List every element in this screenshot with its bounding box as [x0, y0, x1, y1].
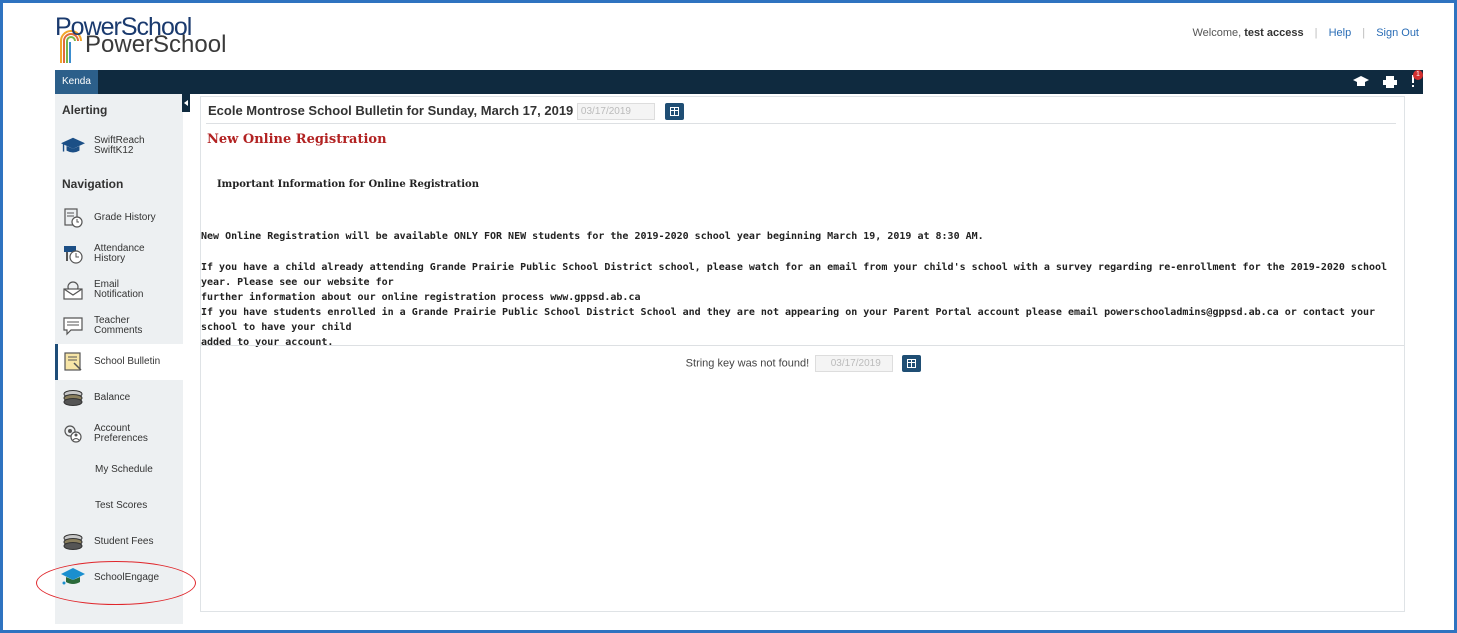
comment-icon [61, 314, 85, 338]
main-content: Ecole Montrose School Bulletin for Sunda… [200, 96, 1405, 612]
sidebar-item-label: Email Notification [94, 279, 144, 300]
bulletin-header-row: Ecole Montrose School Bulletin for Sunda… [208, 103, 684, 121]
sidebar-item-teacher-comments[interactable]: Teacher Comments [55, 308, 183, 344]
alerting-heading: Alerting [62, 103, 108, 117]
sidebar-item-email-notification[interactable]: Email Notification [55, 272, 183, 308]
footer-date-row: String key was not found! 03/17/2019 [201, 355, 1406, 372]
important-heading: Important Information for Online Registr… [217, 179, 479, 190]
nav-icon-group: 1 [1353, 69, 1423, 91]
coins-icon [61, 530, 85, 554]
printer-icon[interactable] [1383, 76, 1397, 88]
graduation-cap-icon [61, 134, 85, 158]
sidebar-item-label: SchoolEngage [94, 572, 160, 583]
sidebar-item-label: Account Preferences [94, 423, 148, 444]
sidebar-item-balance[interactable]: Balance [55, 380, 183, 416]
sidebar-item-test-scores[interactable]: Test Scores [55, 488, 183, 524]
sidebar-item-label: Student Fees [94, 536, 154, 547]
navigation-heading: Navigation [62, 177, 124, 191]
sidebar-item-label: My Schedule [95, 464, 153, 475]
divider: | [1362, 27, 1366, 39]
footer-date-input[interactable]: 03/17/2019 [815, 355, 894, 372]
account-preferences-icon [61, 422, 85, 446]
sidebar-item-label: Test Scores [95, 500, 148, 511]
sidebar-item-student-fees[interactable]: Student Fees [55, 524, 183, 560]
email-icon [61, 278, 85, 302]
bulletin-paragraph-1: New Online Registration will be availabl… [201, 231, 984, 242]
divider [201, 345, 1404, 346]
sidebar-item-label: School Bulletin [94, 356, 161, 367]
sidebar-item-schoolengage[interactable]: SchoolEngage [55, 560, 183, 596]
schoolengage-icon [61, 566, 85, 590]
alert-count-badge: 1 [1413, 69, 1423, 80]
logo-wordmark: PowerSchool [85, 31, 227, 58]
sidebar-item-attendance-history[interactable]: Attendance History [55, 236, 183, 272]
sidebar-item-swiftreach[interactable]: SwiftReach SwiftK12 [55, 126, 183, 166]
graduation-cap-icon[interactable] [1353, 76, 1369, 88]
registration-heading: New Online Registration [207, 132, 387, 147]
sidebar-item-grade-history[interactable]: Grade History [55, 200, 183, 236]
bulletin-paragraph-2: If you have a child already attending Gr… [201, 262, 1388, 303]
sidebar-item-label: Grade History [94, 212, 156, 223]
page-title: Ecole Montrose School Bulletin for Sunda… [208, 103, 574, 118]
sidebar-item-my-schedule[interactable]: My Schedule [55, 452, 183, 488]
student-tab[interactable]: Kenda [55, 70, 98, 94]
alert-button[interactable]: 1 [1411, 69, 1423, 90]
help-link[interactable]: Help [1329, 27, 1352, 39]
sign-out-link[interactable]: Sign Out [1376, 27, 1419, 39]
sidebar-item-account-preferences[interactable]: Account Preferences [55, 416, 183, 452]
collapse-sidebar-icon[interactable] [182, 94, 190, 112]
divider: | [1314, 27, 1318, 39]
sidebar: Alerting SwiftReach SwiftK12 Navigation G… [55, 94, 183, 624]
sidebar-item-label: Balance [94, 392, 131, 403]
bulletin-paragraph-3: If you have students enrolled in a Grand… [201, 307, 1375, 348]
coins-icon [61, 386, 85, 410]
user-links: Welcome, test access | Help | Sign Out [1193, 27, 1420, 39]
page-header: PowerSchool PowerSchool Welcome, test ac… [3, 3, 1451, 69]
bulletin-date-input[interactable]: 03/17/2019 [576, 103, 655, 121]
sidebar-item-label: SwiftReach SwiftK12 [94, 135, 145, 156]
bulletin-icon [61, 350, 85, 374]
sidebar-item-label: Teacher Comments [94, 315, 143, 336]
divider [206, 123, 1396, 124]
welcome-text: Welcome, [1192, 27, 1242, 39]
calendar-icon[interactable] [902, 355, 922, 372]
student-nav-bar: Kenda 1 [55, 69, 1423, 94]
sidebar-item-school-bulletin[interactable]: School Bulletin [55, 344, 183, 380]
attendance-history-icon [61, 242, 85, 266]
calendar-icon[interactable] [664, 103, 684, 121]
footer-label: String key was not found! [685, 357, 810, 370]
sidebar-item-label: Attendance History [94, 243, 145, 264]
user-name: test access [1244, 27, 1304, 39]
grade-history-icon [61, 206, 85, 230]
